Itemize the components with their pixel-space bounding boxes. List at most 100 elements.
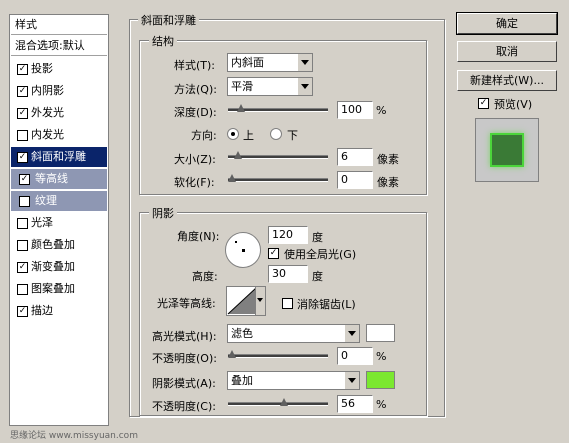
style-checkbox[interactable]	[17, 130, 28, 141]
highlight-mode-label: 高光模式(H):	[152, 330, 217, 343]
layer-style-item[interactable]: 图案叠加	[11, 279, 107, 299]
slider-thumb[interactable]	[233, 151, 242, 159]
style-checkbox[interactable]: ✓	[17, 64, 28, 75]
shadow-opacity-label: 不透明度(C):	[152, 400, 216, 413]
angle-input[interactable]: 120	[268, 226, 308, 244]
layer-style-item[interactable]: ✓ 外发光	[11, 103, 107, 123]
soften-input[interactable]: 0	[337, 171, 373, 189]
chevron-down-icon[interactable]	[344, 325, 359, 342]
layer-style-label: 纹理	[35, 194, 57, 207]
direction-up-label: 上	[243, 129, 254, 142]
shadow-opacity-input[interactable]: 56	[337, 395, 373, 413]
highlight-opacity-input[interactable]: 0	[337, 347, 373, 365]
layer-style-label: 内发光	[31, 128, 64, 141]
slider-thumb[interactable]	[237, 104, 246, 112]
layer-style-item[interactable]: 纹理	[11, 191, 107, 211]
shadow-opacity-unit: %	[376, 398, 387, 411]
highlight-opacity-slider[interactable]	[228, 350, 328, 362]
soften-unit: 像素	[377, 176, 399, 189]
soften-slider[interactable]	[228, 174, 328, 186]
shadow-opacity-slider[interactable]	[228, 398, 328, 410]
antialias-checkbox[interactable]	[282, 298, 293, 309]
direction-label: 方向:	[191, 129, 217, 142]
style-checkbox[interactable]: ✓	[17, 306, 28, 317]
slider-track	[228, 354, 328, 358]
new-style-button[interactable]: 新建样式(W)...	[457, 70, 557, 91]
structure-title: 结构	[149, 33, 177, 49]
layer-style-label: 光泽	[31, 216, 53, 229]
style-list: 样式 混合选项:默认 ✓ 投影 ✓ 内阴影 ✓ 外发光 内发光 ✓ 斜面和浮雕 ✓ 等高线 纹理 光泽颜…	[9, 14, 109, 426]
chevron-down-icon	[257, 298, 263, 302]
direction-up-radio[interactable]	[227, 128, 239, 140]
slider-thumb[interactable]	[228, 174, 236, 182]
layer-style-label: 渐变叠加	[31, 260, 75, 273]
depth-unit: %	[376, 104, 387, 117]
style-checkbox[interactable]	[19, 196, 30, 207]
style-checkbox[interactable]: ✓	[17, 152, 28, 163]
size-input[interactable]: 6	[337, 148, 373, 166]
style-checkbox[interactable]	[17, 284, 28, 295]
bevel-emboss-title: 斜面和浮雕	[138, 12, 199, 28]
antialias-label: 消除锯齿(L)	[297, 298, 356, 311]
altitude-input[interactable]: 30	[268, 265, 308, 283]
layer-style-item[interactable]: 光泽	[11, 213, 107, 233]
gloss-contour-label: 光泽等高线:	[157, 297, 216, 310]
layer-style-item[interactable]: ✓ 斜面和浮雕	[11, 147, 107, 167]
slider-thumb[interactable]	[279, 398, 288, 406]
shadow-color-swatch[interactable]	[366, 371, 395, 389]
angle-dial[interactable]	[225, 232, 261, 268]
chevron-down-icon[interactable]	[297, 54, 312, 71]
style-checkbox[interactable]: ✓	[17, 262, 28, 273]
highlight-color-swatch[interactable]	[366, 324, 395, 342]
global-light-checkbox[interactable]: ✓	[268, 248, 279, 259]
style-checkbox[interactable]: ✓	[17, 108, 28, 119]
style-label: 样式(T):	[174, 59, 216, 72]
layer-style-item[interactable]: ✓ 等高线	[11, 169, 107, 189]
layer-style-item[interactable]: ✓ 渐变叠加	[11, 257, 107, 277]
size-slider[interactable]	[228, 151, 328, 163]
highlight-mode-select[interactable]: 滤色	[227, 324, 360, 343]
ok-button[interactable]: 确定	[456, 12, 558, 35]
global-light-label: 使用全局光(G)	[284, 248, 357, 261]
altitude-unit: 度	[312, 270, 323, 283]
layer-style-item[interactable]: ✓ 内阴影	[11, 81, 107, 101]
layer-style-label: 内阴影	[31, 84, 64, 97]
shadow-mode-value: 叠加	[231, 374, 253, 387]
highlight-mode-value: 滤色	[231, 327, 253, 340]
angle-unit: 度	[312, 231, 323, 244]
cancel-button[interactable]: 取消	[457, 41, 557, 62]
technique-label: 方法(Q):	[174, 83, 217, 96]
shadow-mode-select[interactable]: 叠加	[227, 371, 360, 390]
preview-label: 预览(V)	[494, 98, 533, 111]
slider-track	[228, 155, 328, 159]
slider-thumb[interactable]	[228, 350, 236, 358]
size-unit: 像素	[377, 153, 399, 166]
direction-down-radio[interactable]	[270, 128, 282, 140]
layer-style-item[interactable]: 内发光	[11, 125, 107, 145]
styles-header[interactable]: 样式	[11, 15, 107, 35]
layer-style-label: 描边	[31, 304, 53, 317]
layer-style-label: 斜面和浮雕	[31, 150, 86, 163]
layer-style-label: 图案叠加	[31, 282, 75, 295]
style-checkbox[interactable]: ✓	[17, 86, 28, 97]
chevron-down-icon[interactable]	[344, 372, 359, 389]
layer-style-item[interactable]: 颜色叠加	[11, 235, 107, 255]
angle-label: 角度(N):	[177, 230, 220, 243]
technique-select[interactable]: 平滑	[227, 77, 313, 96]
dial-center-dot	[242, 249, 245, 252]
depth-slider[interactable]	[228, 104, 328, 116]
layer-style-item[interactable]: ✓ 投影	[11, 59, 107, 79]
style-select[interactable]: 内斜面	[227, 53, 313, 72]
contour-dropdown[interactable]	[255, 287, 265, 315]
depth-label: 深度(D):	[174, 106, 217, 119]
chevron-down-icon[interactable]	[297, 78, 312, 95]
depth-input[interactable]: 100	[337, 101, 373, 119]
style-checkbox[interactable]: ✓	[19, 174, 30, 185]
style-select-value: 内斜面	[231, 56, 264, 69]
preview-checkbox[interactable]: ✓	[478, 98, 489, 109]
blending-options-item[interactable]: 混合选项:默认	[11, 36, 107, 56]
layer-style-item[interactable]: ✓ 描边	[11, 301, 107, 321]
gloss-contour-picker[interactable]	[226, 286, 266, 316]
style-checkbox[interactable]	[17, 218, 28, 229]
style-checkbox[interactable]	[17, 240, 28, 251]
